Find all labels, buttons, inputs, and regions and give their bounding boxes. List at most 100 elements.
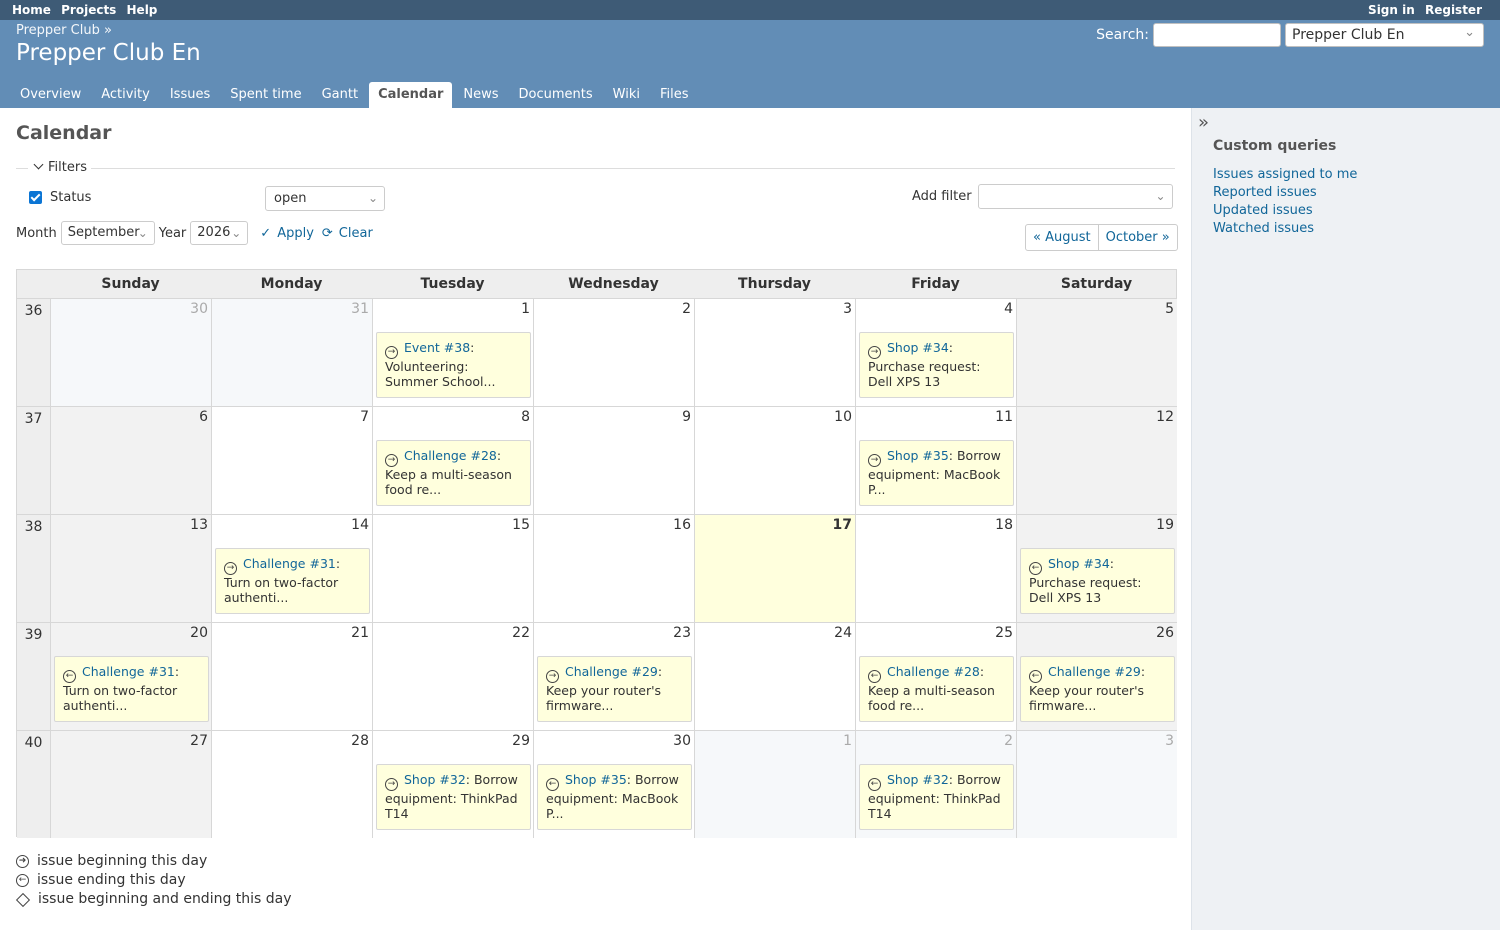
weekday-header: Sunday <box>101 276 160 292</box>
status-checkbox[interactable] <box>29 191 42 204</box>
breadcrumb-parent-link[interactable]: Prepper Club » <box>16 23 112 38</box>
calendar-issue: ← Shop #35: Borrow equipment: MacBook P..… <box>537 764 692 830</box>
register-link[interactable]: Register <box>1425 3 1482 17</box>
issue-link[interactable]: Challenge #28 <box>404 448 497 463</box>
apply-button[interactable]: ✓ Apply <box>260 226 314 241</box>
issue-separator: : <box>174 664 180 679</box>
next-month-link[interactable]: October » <box>1099 225 1177 250</box>
issue-subject: Purchase request: Dell XPS 13 <box>868 359 981 389</box>
day-cell: 4 → Shop #34: Purchase request: Dell XPS 1… <box>855 299 1016 406</box>
issue-link[interactable]: Shop #34 <box>1048 556 1110 571</box>
double-chevron-right-icon[interactable]: » <box>1198 112 1209 133</box>
issue-separator: : <box>979 664 985 679</box>
month-label: Month <box>16 225 57 241</box>
issue-link[interactable]: Challenge #29 <box>1048 664 1141 679</box>
issue-subject: Turn on two-factor authenti... <box>63 683 178 713</box>
day-cell: 15 <box>372 515 533 622</box>
query-link-updated[interactable]: Updated issues <box>1213 202 1357 220</box>
tab-documents[interactable]: Documents <box>510 82 602 108</box>
search-label: Search: <box>1096 27 1149 43</box>
issue-link[interactable]: Shop #34 <box>887 340 949 355</box>
tab-wiki[interactable]: Wiki <box>604 82 649 108</box>
day-cell: 13 <box>50 515 211 622</box>
status-label: Status <box>50 190 92 205</box>
day-number: 4 <box>1004 301 1013 317</box>
tab-gantt[interactable]: Gantt <box>313 82 367 108</box>
filters-toggle[interactable]: Filters <box>28 159 91 175</box>
top-menu-right: Sign in Register <box>1362 3 1482 17</box>
calendar-nav: « August October » <box>1025 224 1178 251</box>
clear-label: Clear <box>338 225 373 241</box>
day-cell: 30 ← Shop #35: Borrow equipment: MacBook P… <box>533 731 694 838</box>
sign-in-link[interactable]: Sign in <box>1368 3 1415 17</box>
add-filter-select[interactable]: ⌄ <box>977 184 1173 209</box>
top-link-projects[interactable]: Projects <box>61 3 116 17</box>
status-operator-select[interactable]: open ⌄ <box>265 186 385 211</box>
calendar-issue: → Shop #32: Borrow equipment: ThinkPad T1… <box>376 764 531 830</box>
issue-link[interactable]: Challenge #29 <box>565 664 658 679</box>
day-cell: 2 ← Shop #32: Borrow equipment: ThinkPad T… <box>855 731 1016 838</box>
week-number: 38 <box>17 515 50 622</box>
weekday-header: Friday <box>911 276 960 292</box>
tab-overview[interactable]: Overview <box>11 82 90 108</box>
project-jump-select[interactable]: Prepper Club En ⌄ <box>1285 23 1484 47</box>
issue-link[interactable]: Challenge #31 <box>82 664 175 679</box>
year-value: 2026 <box>197 225 231 240</box>
status-filter-row: Status <box>28 190 91 205</box>
issue-link[interactable]: Shop #32 <box>887 772 949 787</box>
weekday-header: Tuesday <box>420 276 485 292</box>
day-number: 19 <box>1156 517 1174 533</box>
query-link-watched[interactable]: Watched issues <box>1213 220 1357 238</box>
status-operator-value: open <box>274 191 307 206</box>
day-number: 13 <box>190 517 208 533</box>
day-number: 16 <box>673 517 691 533</box>
year-select[interactable]: 2026 ⌄ <box>190 221 249 245</box>
issue-subject: Keep a multi-season food re... <box>385 467 512 497</box>
search-input[interactable] <box>1153 23 1281 47</box>
arrow-left-circle-icon: ← <box>546 778 559 791</box>
clear-button[interactable]: ⟳ Clear <box>322 226 373 241</box>
tab-spent-time[interactable]: Spent time <box>221 82 310 108</box>
day-number: 24 <box>834 625 852 641</box>
top-menu: Home Projects Help Sign in Register <box>0 0 1500 20</box>
day-cell: 23 → Challenge #29: Keep your router's fir… <box>533 623 694 730</box>
issue-link[interactable]: Shop #32 <box>404 772 466 787</box>
arrow-right-circle-icon: → <box>385 778 398 791</box>
top-link-home[interactable]: Home <box>12 3 51 17</box>
day-number: 25 <box>995 625 1013 641</box>
day-number: 1 <box>843 733 852 749</box>
day-number: 22 <box>512 625 530 641</box>
week-number: 37 <box>17 407 50 514</box>
day-cell: 1 <box>694 731 855 838</box>
week-number: 36 <box>17 299 50 406</box>
top-link-help[interactable]: Help <box>127 3 158 17</box>
day-number: 30 <box>673 733 691 749</box>
issue-link[interactable]: Shop #35 <box>887 448 949 463</box>
legend-both-label: issue beginning and ending this day <box>38 891 292 907</box>
tab-activity[interactable]: Activity <box>92 82 159 108</box>
issue-separator: : <box>657 664 663 679</box>
query-link-assigned[interactable]: Issues assigned to me <box>1213 166 1357 184</box>
month-select[interactable]: September ⌄ <box>60 221 155 245</box>
filters-legend-label: Filters <box>48 160 87 175</box>
calendar-issue: ← Challenge #31: Turn on two-factor authe… <box>54 656 209 722</box>
arrow-right-circle-icon: → <box>224 562 237 575</box>
calendar-legend: ➜ issue beginning this day ← issue endin… <box>15 852 292 909</box>
prev-month-link[interactable]: « August <box>1026 225 1099 250</box>
issue-link[interactable]: Event #38 <box>404 340 470 355</box>
apply-label: Apply <box>277 225 314 241</box>
chevron-down-icon: ⌄ <box>231 226 242 240</box>
issue-link[interactable]: Shop #35 <box>565 772 627 787</box>
issue-link[interactable]: Challenge #28 <box>887 664 980 679</box>
sidebar: » Custom queries Issues assigned to me R… <box>1191 108 1500 930</box>
issue-link[interactable]: Challenge #31 <box>243 556 336 571</box>
tab-calendar[interactable]: Calendar <box>369 82 453 108</box>
tab-files[interactable]: Files <box>651 82 698 108</box>
legend-start-label: issue beginning this day <box>37 853 208 869</box>
tab-issues[interactable]: Issues <box>161 82 219 108</box>
fieldset-border <box>16 168 1175 169</box>
issue-separator: : <box>335 556 341 571</box>
day-number: 17 <box>832 517 852 533</box>
query-link-reported[interactable]: Reported issues <box>1213 184 1357 202</box>
tab-news[interactable]: News <box>454 82 507 108</box>
